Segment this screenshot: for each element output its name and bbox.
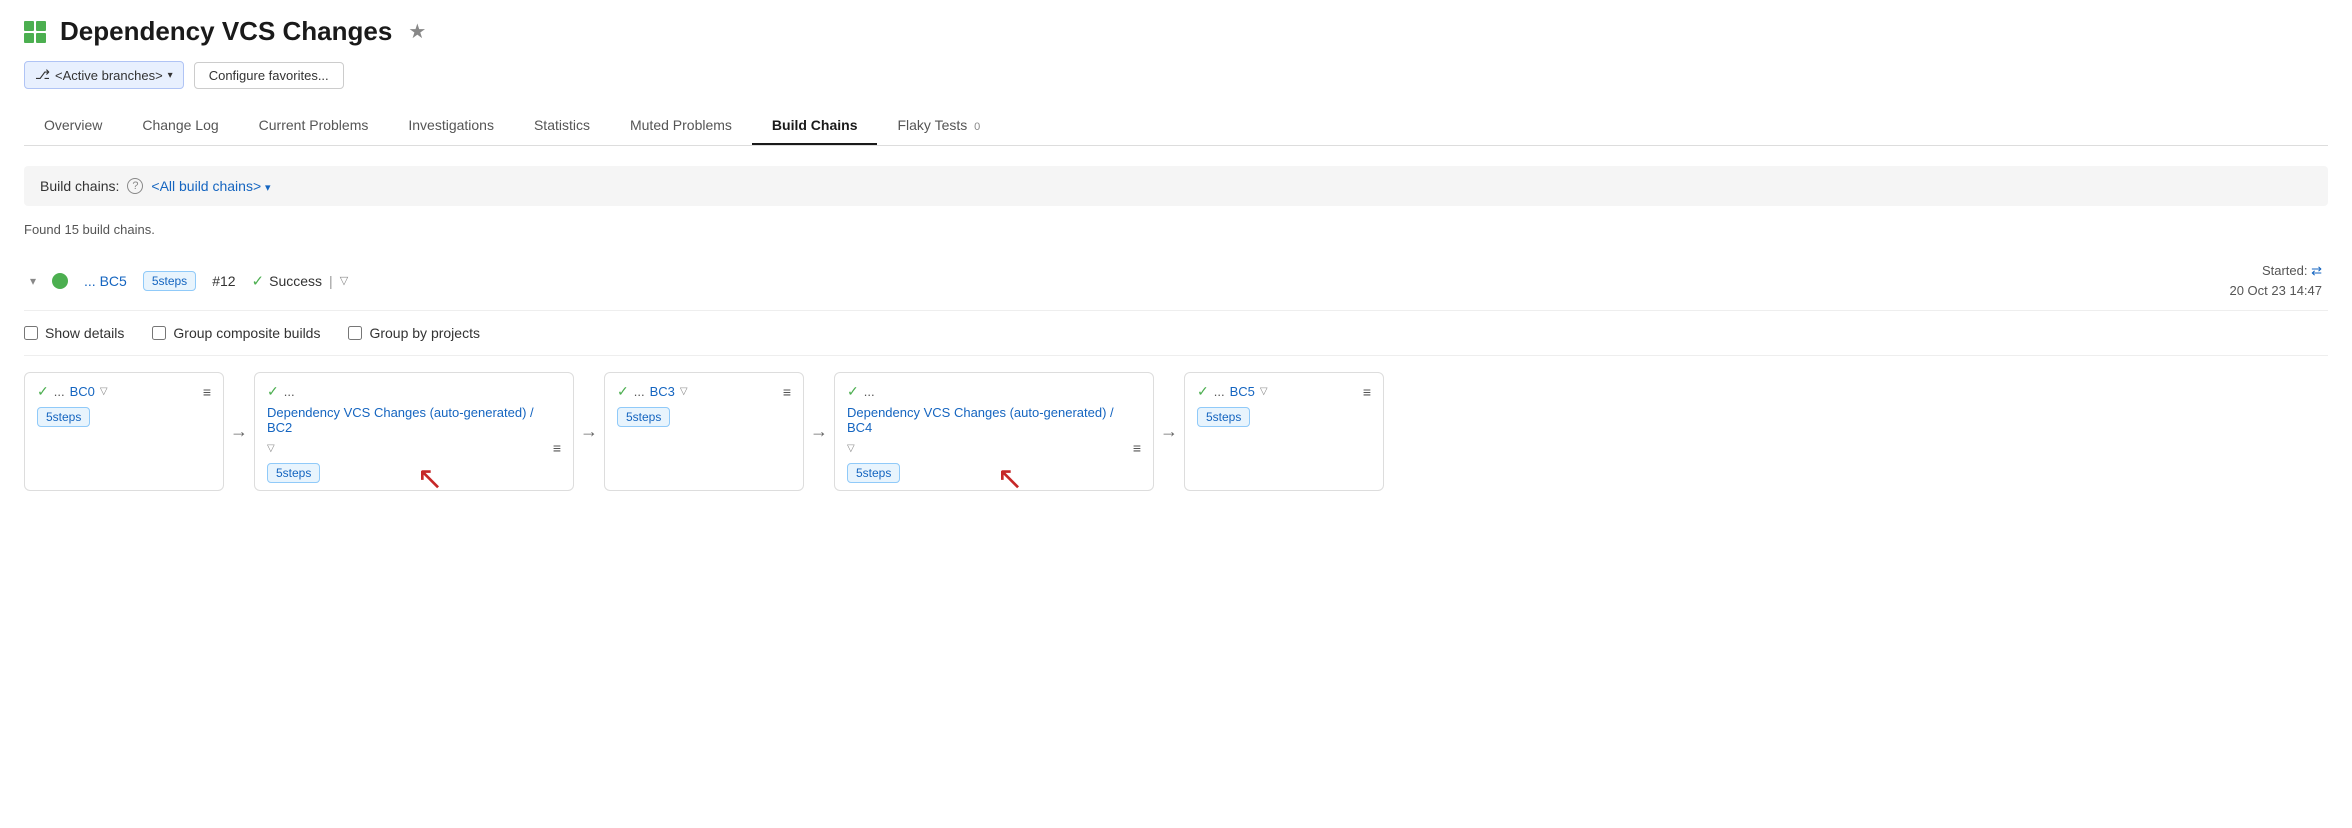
tab-statistics[interactable]: Statistics [514,107,610,145]
card-success-icon-bc5: ✓ [1197,383,1209,400]
card-menu-icon-bc4[interactable]: ≡ [1133,440,1141,456]
card-arrow-3-4: → [1154,372,1184,491]
filter-bar: Build chains: ? <All build chains> ▾ [24,166,2328,206]
card-menu-icon-bc0[interactable]: ≡ [203,384,211,400]
card-steps-bc0: 5steps [37,408,90,424]
card-steps-bc4: 5steps [847,464,900,480]
card-title-link-bc4[interactable]: Dependency VCS Changes (auto-generated) … [847,405,1141,435]
tab-muted-problems[interactable]: Muted Problems [610,107,752,145]
branch-icon: ⎇ [35,67,50,83]
card-arrow-0-1: → [224,372,254,491]
status-dot-green [52,273,68,289]
card-dropdown-bc0[interactable]: ▽ [100,386,108,397]
chevron-down-icon: ▾ [168,70,173,81]
sync-icon[interactable]: ⇄ [2311,263,2322,278]
row-chevron-icon[interactable]: ▾ [30,274,36,288]
card-header-bc3: ✓ ... BC3 ▽ ≡ [617,383,791,400]
branch-label: <Active branches> [55,68,163,83]
started-info: Started: ⇄ 20 Oct 23 14:47 [2229,261,2322,300]
toolbar: ⎇ <Active branches> ▾ Configure favorite… [24,61,2328,89]
card-menu-icon-bc3[interactable]: ≡ [783,384,791,400]
card-header-bc4: ✓ ... Dependency VCS Changes (auto-gener… [847,383,1141,456]
grid-icon [24,21,46,43]
configure-favorites-button[interactable]: Configure favorites... [194,62,344,89]
card-dropdown-bc4[interactable]: ▽ [847,443,855,454]
card-steps-bc3: 5steps [617,408,670,424]
filter-label: Build chains: [40,178,119,194]
card-success-icon-bc0: ✓ [37,383,49,400]
group-projects-input[interactable] [348,326,362,340]
card-steps-bc5: 5steps [1197,408,1250,424]
all-build-chains-link[interactable]: <All build chains> ▾ [151,178,270,194]
success-checkmark-icon: ✓ [252,272,265,290]
group-composite-input[interactable] [152,326,166,340]
build-card-bc0: ✓ ... BC0 ▽ ≡ 5steps [24,372,224,491]
card-title-link-bc5[interactable]: BC5 [1230,384,1255,399]
tab-flaky-tests[interactable]: Flaky Tests 0 [877,107,1000,145]
filter-chevron-icon: ▾ [265,182,271,194]
tab-changelog[interactable]: Change Log [122,107,238,145]
success-indicator: ✓ Success | ▽ [252,272,349,290]
flaky-tests-badge: 0 [974,121,980,133]
steps-badge: 5steps [143,271,196,291]
card-arrow-2-3: → [804,372,834,491]
build-card-bc5: ✓ ... BC5 ▽ ≡ 5steps [1184,372,1384,491]
card-title-link-bc2[interactable]: Dependency VCS Changes (auto-generated) … [267,405,561,435]
card-menu-icon-bc2[interactable]: ≡ [553,440,561,456]
started-date: 20 Oct 23 14:47 [2229,283,2322,298]
card-steps-bc2: 5steps [267,464,320,480]
status-dropdown-icon[interactable]: ▽ [340,274,348,287]
card-header-bc0: ✓ ... BC0 ▽ ≡ [37,383,211,400]
red-arrow-annotation-bc4: ↖ [996,462,1023,491]
nav-tabs: Overview Change Log Current Problems Inv… [24,107,2328,146]
build-card-bc3: ✓ ... BC3 ▽ ≡ 5steps [604,372,804,491]
content-area: Build chains: ? <All build chains> ▾ Fou… [24,146,2328,511]
tab-investigations[interactable]: Investigations [388,107,514,145]
build-chain-row: ▾ ... BC5 5steps #12 ✓ Success | ▽ Start… [24,251,2328,311]
build-chain-cards: ✓ ... BC0 ▽ ≡ 5steps → ✓ ... Dependency … [24,372,2328,491]
card-success-icon-bc3: ✓ [617,383,629,400]
options-row: Show details Group composite builds Grou… [24,311,2328,356]
card-menu-icon-bc5[interactable]: ≡ [1363,384,1371,400]
show-details-input[interactable] [24,326,38,340]
card-header-bc2: ✓ ... Dependency VCS Changes (auto-gener… [267,383,561,456]
group-projects-checkbox[interactable]: Group by projects [348,325,480,341]
card-title-link-bc3[interactable]: BC3 [650,384,675,399]
card-dropdown-bc3[interactable]: ▽ [680,386,688,397]
tab-current-problems[interactable]: Current Problems [239,107,389,145]
started-label: Started: ⇄ [2262,263,2322,278]
star-icon[interactable]: ★ [408,19,426,44]
branch-selector[interactable]: ⎇ <Active branches> ▾ [24,61,184,89]
page-title: Dependency VCS Changes [60,16,392,47]
card-arrow-1-2: → [574,372,604,491]
card-success-icon-bc4: ✓ [847,383,859,400]
build-card-bc2: ✓ ... Dependency VCS Changes (auto-gener… [254,372,574,491]
show-details-checkbox[interactable]: Show details [24,325,124,341]
card-header-bc5: ✓ ... BC5 ▽ ≡ [1197,383,1371,400]
tab-build-chains[interactable]: Build Chains [752,107,878,145]
card-dropdown-bc5[interactable]: ▽ [1260,386,1268,397]
main-page: Dependency VCS Changes ★ ⎇ <Active branc… [0,0,2352,527]
build-number: #12 [212,273,235,289]
card-title-link-bc0[interactable]: BC0 [70,384,95,399]
tab-overview[interactable]: Overview [24,107,122,145]
build-card-bc4: ✓ ... Dependency VCS Changes (auto-gener… [834,372,1154,491]
group-composite-checkbox[interactable]: Group composite builds [152,325,320,341]
red-arrow-annotation-bc2: ↖ [416,462,443,491]
found-count: Found 15 build chains. [24,222,2328,237]
help-icon[interactable]: ? [127,178,143,194]
page-header: Dependency VCS Changes ★ [24,16,2328,47]
card-dropdown-bc2[interactable]: ▽ [267,443,275,454]
card-success-icon-bc2: ✓ [267,383,279,400]
build-name-link[interactable]: ... BC5 [84,273,127,289]
